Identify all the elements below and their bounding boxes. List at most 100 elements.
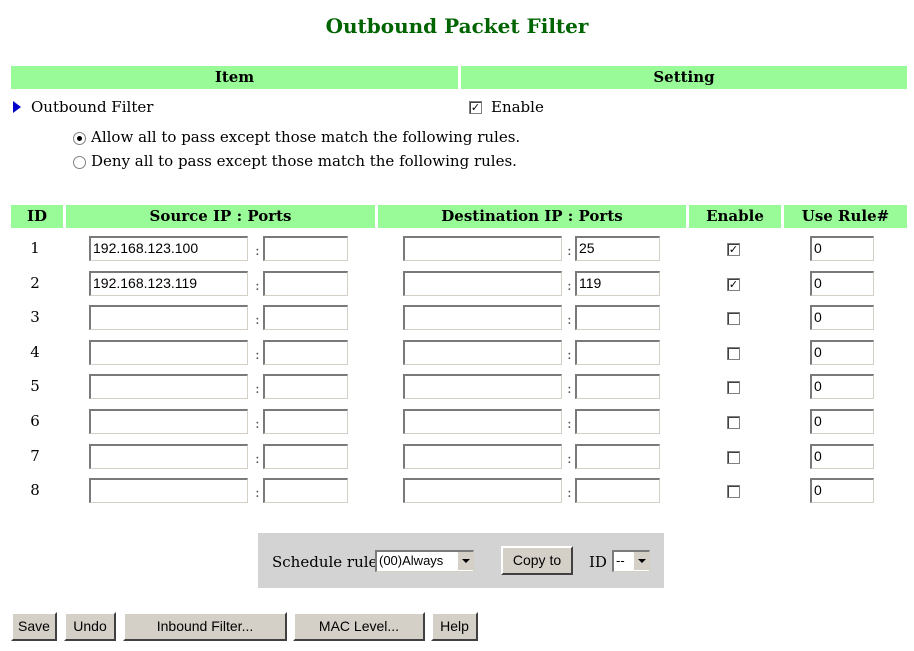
allow-radio-label: Allow all to pass except those match the…: [91, 128, 521, 146]
destination-port-input[interactable]: [575, 409, 660, 434]
schedule-rule-select[interactable]: (00)Always: [375, 550, 474, 572]
rule-enable-checkbox[interactable]: [727, 485, 740, 498]
destination-ip-input[interactable]: [403, 444, 562, 469]
source-port-separator: :: [255, 381, 260, 397]
destination-ip-input[interactable]: [403, 271, 562, 296]
source-ip-input[interactable]: [89, 374, 248, 399]
undo-button[interactable]: Undo: [64, 612, 116, 641]
destination-ip-input[interactable]: [403, 478, 562, 503]
source-port-input[interactable]: [263, 374, 348, 399]
deny-radio-label: Deny all to pass except those match the …: [91, 152, 517, 170]
source-port-input[interactable]: [263, 305, 348, 330]
source-port-separator: :: [255, 312, 260, 328]
outbound-filter-label: Outbound Filter: [31, 98, 154, 116]
destination-port-separator: :: [567, 347, 572, 363]
destination-port-separator: :: [567, 451, 572, 467]
destination-ip-input[interactable]: [403, 409, 562, 434]
source-port-separator: :: [255, 347, 260, 363]
destination-ip-input[interactable]: [403, 374, 562, 399]
copy-id-label: ID: [589, 553, 607, 571]
rule-enable-checkbox[interactable]: [727, 381, 740, 394]
rule-id: 4: [30, 343, 40, 361]
allow-radio[interactable]: [73, 132, 86, 145]
source-ip-input[interactable]: 192.168.123.100: [89, 236, 248, 261]
source-port-separator: :: [255, 243, 260, 259]
destination-port-input[interactable]: [575, 340, 660, 365]
destination-port-separator: :: [567, 312, 572, 328]
destination-ip-input[interactable]: [403, 305, 562, 330]
use-rule-input[interactable]: 0: [810, 271, 874, 296]
copy-id-value: --: [616, 553, 625, 568]
outbound-filter-enable-checkbox[interactable]: ✓: [469, 101, 482, 114]
use-rule-input[interactable]: 0: [810, 305, 874, 330]
outbound-filter-enable-label: Enable: [491, 98, 544, 116]
use-rule-input[interactable]: 0: [810, 374, 874, 399]
mac-level-button[interactable]: MAC Level...: [293, 612, 425, 641]
destination-port-separator: :: [567, 278, 572, 294]
source-port-input[interactable]: [263, 409, 348, 434]
source-ip-input[interactable]: [89, 409, 248, 434]
destination-port-separator: :: [567, 485, 572, 501]
save-button[interactable]: Save: [11, 612, 57, 641]
source-port-input[interactable]: [263, 236, 348, 261]
rule-enable-checkbox[interactable]: ✓: [727, 278, 740, 291]
help-button[interactable]: Help: [431, 612, 478, 641]
rule-id: 2: [30, 274, 40, 292]
rule-enable-checkbox[interactable]: [727, 451, 740, 464]
rule-enable-checkbox[interactable]: ✓: [727, 243, 740, 256]
rule-id: 1: [30, 239, 40, 257]
destination-port-separator: :: [567, 381, 572, 397]
destination-port-input[interactable]: [575, 444, 660, 469]
source-ip-input[interactable]: [89, 340, 248, 365]
page-title: Outbound Packet Filter: [325, 14, 589, 38]
source-port-input[interactable]: [263, 444, 348, 469]
destination-port-input[interactable]: [575, 478, 660, 503]
destination-port-input[interactable]: [575, 305, 660, 330]
use-rule-input[interactable]: 0: [810, 340, 874, 365]
destination-port-separator: :: [567, 416, 572, 432]
source-port-input[interactable]: [263, 271, 348, 296]
source-port-separator: :: [255, 278, 260, 294]
source-port-separator: :: [255, 451, 260, 467]
inbound-filter-button[interactable]: Inbound Filter...: [123, 612, 287, 641]
source-port-input[interactable]: [263, 340, 348, 365]
source-port-input[interactable]: [263, 478, 348, 503]
enable-column-header: Enable: [689, 205, 781, 228]
destination-ip-input[interactable]: [403, 340, 562, 365]
destination-column-header: Destination IP : Ports: [378, 205, 686, 228]
destination-port-separator: :: [567, 243, 572, 259]
copy-id-select[interactable]: --: [612, 550, 650, 572]
rule-id: 6: [30, 412, 40, 430]
source-column-header: Source IP : Ports: [66, 205, 375, 228]
rule-id: 5: [30, 377, 40, 395]
source-ip-input[interactable]: [89, 444, 248, 469]
schedule-rule-value: (00)Always: [379, 553, 444, 568]
schedule-rule-label: Schedule rule: [272, 553, 378, 571]
deny-radio[interactable]: [73, 156, 86, 169]
destination-port-input[interactable]: 25: [575, 236, 660, 261]
setting-column-header: Setting: [461, 66, 907, 89]
use-rule-column-header: Use Rule#: [784, 205, 907, 228]
schedule-panel: Schedule rule (00)Always Copy to ID --: [258, 533, 664, 588]
rule-id: 7: [30, 447, 40, 465]
destination-port-input[interactable]: 119: [575, 271, 660, 296]
rule-enable-checkbox[interactable]: [727, 312, 740, 325]
destination-ip-input[interactable]: [403, 236, 562, 261]
source-ip-input[interactable]: [89, 305, 248, 330]
source-port-separator: :: [255, 416, 260, 432]
rule-enable-checkbox[interactable]: [727, 347, 740, 360]
chevron-down-icon: [633, 552, 649, 570]
id-column-header: ID: [11, 205, 63, 228]
use-rule-input[interactable]: 0: [810, 444, 874, 469]
use-rule-input[interactable]: 0: [810, 478, 874, 503]
use-rule-input[interactable]: 0: [810, 409, 874, 434]
source-ip-input[interactable]: [89, 478, 248, 503]
destination-port-input[interactable]: [575, 374, 660, 399]
arrow-right-icon: [13, 101, 21, 113]
source-port-separator: :: [255, 485, 260, 501]
source-ip-input[interactable]: 192.168.123.119: [89, 271, 248, 296]
rule-id: 3: [30, 308, 40, 326]
rule-enable-checkbox[interactable]: [727, 416, 740, 429]
copy-to-button[interactable]: Copy to: [501, 546, 573, 575]
use-rule-input[interactable]: 0: [810, 236, 874, 261]
